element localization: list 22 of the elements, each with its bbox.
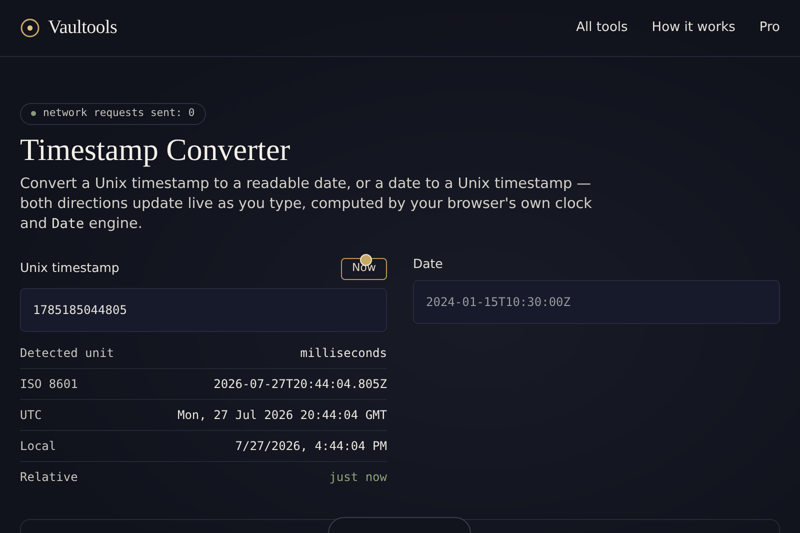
nav-link[interactable]: Pro — [759, 18, 780, 38]
result-label: Relative — [20, 469, 78, 486]
result-value: 7/27/2026, 4:44:04 PM — [235, 438, 387, 455]
description: Convert a Unix timestamp to a readable date, or a date to a Unix timestamp — both directions update live as you type, computed by your browser's own clock and Date engine. — [20, 174, 594, 234]
field-label: Date — [413, 255, 443, 274]
result-value: Mon, 27 Jul 2026 20:44:04 GMT — [177, 406, 387, 424]
result-label: Local — [20, 438, 56, 455]
page-title: Timestamp Converter — [20, 130, 292, 168]
timestamp-field[interactable]: 1785185044805 — [20, 288, 387, 332]
nav-link[interactable]: All tools — [576, 18, 628, 38]
result-label: UTC — [20, 406, 42, 424]
result-value: milliseconds — [300, 344, 387, 362]
nav-link[interactable]: How it works — [652, 18, 736, 38]
status-badge: network requests sent: 0 — [20, 102, 206, 124]
field-label: Unix timestamp — [20, 259, 120, 278]
logo-icon — [20, 18, 40, 38]
brand-name[interactable]: Vaultools — [48, 14, 118, 42]
result-value: just now — [329, 469, 387, 486]
result-label: Detected unit — [20, 344, 114, 362]
result-label: ISO 8601 — [20, 376, 78, 393]
date-field[interactable]: 2024-01-15T10:30:00Z — [413, 280, 780, 324]
result-value: 2026-07-27T20:44:04.805Z — [214, 376, 387, 393]
